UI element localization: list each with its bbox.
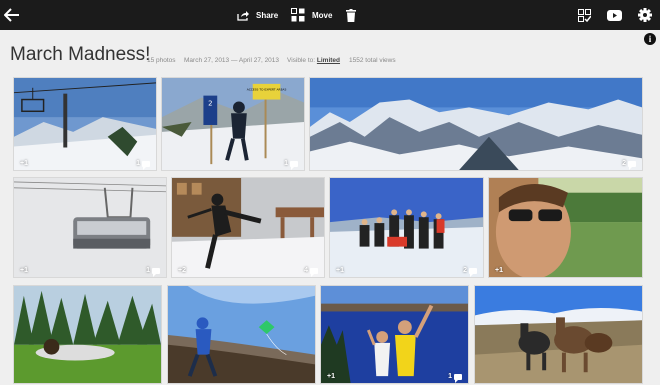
photo-kite[interactable] — [167, 285, 316, 384]
settings-button[interactable] — [638, 0, 652, 30]
comment-count-text: 1 — [448, 373, 452, 380]
move-button[interactable]: Move — [291, 0, 332, 30]
back-button[interactable] — [4, 0, 20, 30]
comment-count-text: 1 — [146, 267, 150, 274]
photo-tile-3[interactable]: 2 — [309, 77, 643, 171]
youtube-icon — [607, 9, 622, 21]
comment-icon — [454, 373, 462, 383]
comment-icon — [628, 160, 636, 170]
comment-count: 1 — [146, 267, 160, 277]
share-icon — [237, 10, 249, 21]
trash-icon — [346, 8, 356, 22]
select-all-button[interactable] — [578, 0, 591, 30]
comment-count: 4 — [304, 267, 318, 277]
album-title: March Madness! — [10, 44, 151, 65]
comment-icon — [469, 267, 477, 277]
plus-one-count: +1 — [336, 267, 344, 274]
photo-tile-8[interactable] — [13, 285, 162, 384]
comment-count-text: 4 — [304, 267, 308, 274]
sign-number: 2 — [208, 99, 212, 107]
info-icon[interactable]: i — [644, 33, 656, 45]
date-range: March 27, 2013 — April 27, 2013 — [184, 57, 280, 64]
photo-portrait-sunglasses — [489, 178, 642, 277]
photo-kite-image — [168, 286, 315, 383]
plus-one-count: +1 — [20, 160, 28, 167]
photo-gondola — [14, 178, 166, 277]
plus-one-count: +1 — [327, 373, 335, 380]
youtube-button[interactable] — [607, 0, 622, 30]
visibility-link[interactable]: Limited — [317, 57, 340, 64]
photo-ski-lift — [14, 78, 156, 170]
album-header: March Madness! 15 photos March 27, 2013 … — [0, 30, 660, 74]
comment-count-text: 1 — [136, 160, 140, 167]
comment-icon — [290, 160, 298, 170]
visible-to-label: Visible to: — [287, 57, 316, 64]
photo-woman-grass — [14, 286, 161, 383]
view-count: 1552 total views — [349, 57, 396, 64]
photo-tile-1[interactable]: +1 1 — [13, 77, 157, 171]
photo-group-snow — [330, 178, 483, 277]
select-all-icon — [578, 8, 591, 22]
top-toolbar: Share Move — [0, 0, 660, 30]
delete-button[interactable] — [346, 0, 356, 30]
comment-icon — [142, 160, 150, 170]
photo-count: 15 photos — [147, 57, 176, 64]
gear-icon — [638, 8, 652, 22]
comment-count-text: 2 — [622, 160, 626, 167]
move-icon — [291, 8, 305, 22]
comment-count: 1 — [136, 160, 150, 170]
photo-tile-10[interactable]: +1 1 — [320, 285, 469, 384]
photo-kick-snow — [172, 178, 324, 277]
expert-area-sign-text: ACCESS TO EXPERT AREAS — [247, 88, 287, 92]
visibility-info: Visible to: Limited — [287, 57, 340, 64]
back-arrow-icon — [4, 8, 19, 22]
comment-count: 2 — [463, 267, 477, 277]
photo-tile-6[interactable]: +1 2 — [329, 177, 484, 278]
comment-count-text: 2 — [463, 267, 467, 274]
comment-icon — [152, 267, 160, 277]
photo-tile-7[interactable]: +1 — [488, 177, 643, 278]
photo-alpacas — [475, 286, 642, 383]
plus-one-count: +1 — [20, 267, 28, 274]
comment-count-text: 1 — [284, 160, 288, 167]
photo-mountain-panorama — [310, 78, 642, 170]
photo-tile-11[interactable] — [474, 285, 643, 384]
photo-skier-sign: 2 ACCESS TO EXPERT AREAS — [162, 78, 304, 170]
photo-tile-4[interactable]: +1 1 — [13, 177, 167, 278]
share-label: Share — [256, 10, 279, 20]
photo-tile-2[interactable]: 2 ACCESS TO EXPERT AREAS 1 — [161, 77, 305, 171]
comment-count: 1 — [284, 160, 298, 170]
move-label: Move — [312, 10, 333, 20]
photo-crater-lake — [321, 286, 468, 383]
comment-icon — [310, 267, 318, 277]
photo-tile-5[interactable]: +2 4 — [171, 177, 325, 278]
plus-one-count: +2 — [178, 267, 186, 274]
comment-count: 2 — [622, 160, 636, 170]
comment-count: 1 — [448, 373, 462, 383]
plus-one-count: +1 — [495, 267, 503, 274]
share-button[interactable]: Share — [237, 0, 278, 30]
